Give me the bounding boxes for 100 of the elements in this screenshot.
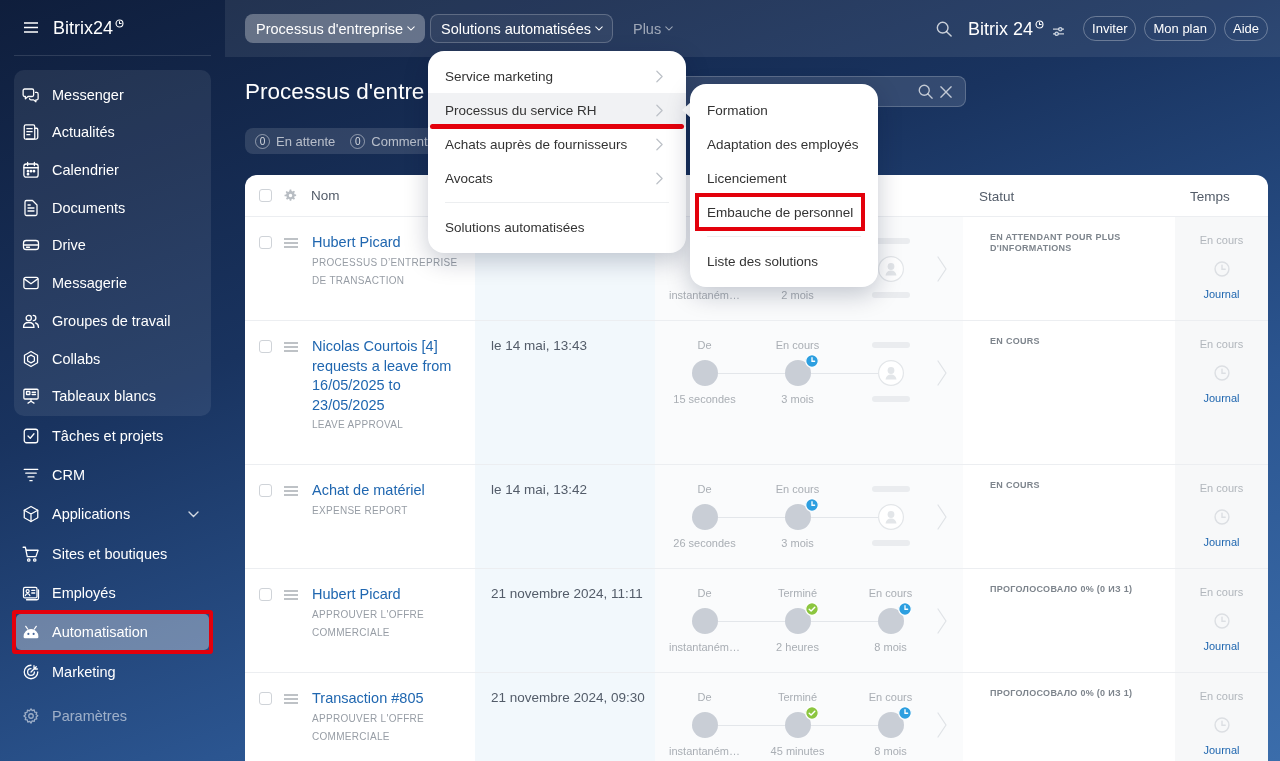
counter-filter[interactable]: 0 Comment	[350, 133, 428, 149]
time-status: En cours	[1199, 233, 1244, 247]
step-label: En cours	[868, 690, 913, 704]
avatar	[784, 608, 811, 634]
column-header[interactable]: Temps	[1190, 188, 1230, 204]
time-status: En cours	[1199, 585, 1244, 599]
status-text: EN COURS	[990, 336, 1041, 347]
row-title-link[interactable]: Achat de matériel	[312, 481, 425, 501]
brand-logo: Bitrix24	[53, 16, 114, 39]
page-title: Processus d'entre	[245, 78, 425, 105]
whiteboard-icon	[22, 387, 40, 406]
sidebar-item[interactable]: Sites et boutiques	[16, 535, 209, 572]
step-time: 45 minutes	[770, 744, 825, 758]
menu-item[interactable]: Liste des solutions	[690, 244, 878, 278]
sidebar-item[interactable]: Marketing	[16, 653, 209, 690]
sidebar-item[interactable]: Messagerie	[16, 265, 209, 302]
menu-item[interactable]: Solutions automatisées	[428, 210, 686, 244]
row-checkbox[interactable]	[259, 236, 272, 249]
step-time: 15 secondes	[673, 392, 736, 406]
menu-item[interactable]: Service marketing	[428, 59, 686, 93]
clock-icon	[1213, 261, 1230, 277]
menu-item[interactable]: Licenciement	[690, 161, 878, 195]
row-checkbox[interactable]	[259, 692, 272, 705]
menu-item[interactable]: Adaptation des employés	[690, 127, 878, 161]
sidebar-item[interactable]: Employés	[16, 575, 209, 612]
sidebar-item[interactable]: Tâches et projets	[16, 417, 209, 454]
row-subtitle: EXPENSE REPORT	[312, 503, 409, 518]
row-menu-icon[interactable]	[284, 342, 298, 352]
row-checkbox[interactable]	[259, 340, 272, 353]
menu-item[interactable]: Embauche de personnel	[690, 195, 878, 229]
column-header[interactable]: Statut	[979, 188, 1015, 204]
row-menu-icon[interactable]	[284, 486, 298, 496]
nav-tab[interactable]: Processus d'entreprise	[245, 14, 426, 43]
log-link[interactable]: Journal	[1203, 639, 1240, 653]
sidebar-item[interactable]: Documents	[16, 189, 209, 226]
chevron-right-icon	[656, 171, 663, 185]
row-subtitle: APPROUVER L'OFFRE COMMERCIALE	[312, 711, 426, 744]
cube-icon	[22, 505, 40, 524]
avatar	[877, 608, 904, 634]
sidebar-item[interactable]: Collabs	[16, 340, 209, 377]
date-cell: 21 novembre 2024, 09:30	[475, 673, 655, 761]
column-header[interactable]: Nom	[311, 188, 340, 203]
nav-tab[interactable]: Plus	[621, 14, 684, 43]
row-checkbox[interactable]	[259, 484, 272, 497]
status-text: ПРОГОЛОСОВАЛО 0% (0 ИЗ 1)	[990, 688, 1134, 699]
chevron-right-icon[interactable]	[937, 504, 947, 530]
clock-icon	[1213, 365, 1230, 381]
sidebar-item[interactable]: Tableaux blancs	[16, 378, 209, 415]
chevron-right-icon[interactable]	[937, 360, 947, 386]
row-title-link[interactable]: Transaction #805	[312, 689, 424, 709]
counter-filter[interactable]: 0 En attente	[255, 133, 336, 149]
sidebar-item[interactable]: Calendrier	[16, 152, 209, 189]
caret-icon	[665, 26, 674, 31]
menu-item[interactable]: Formation	[690, 93, 878, 127]
user-placeholder-icon	[877, 360, 904, 386]
sliders-icon[interactable]	[1052, 26, 1066, 37]
menu-item[interactable]: Processus du service RH	[428, 93, 686, 127]
row-checkbox[interactable]	[259, 588, 272, 601]
settings-icon[interactable]	[284, 189, 297, 202]
nav-tab[interactable]: Solutions automatisées	[430, 14, 613, 43]
log-link[interactable]: Journal	[1203, 743, 1240, 757]
menu-item[interactable]: Achats auprès de fournisseurs	[428, 127, 686, 161]
menu-item[interactable]: Avocats	[428, 161, 686, 195]
sidebar-item[interactable]: Applications	[16, 496, 209, 533]
row-menu-icon[interactable]	[284, 590, 298, 600]
clock-icon	[1213, 613, 1230, 629]
chevron-right-icon[interactable]	[937, 608, 947, 634]
log-link[interactable]: Journal	[1203, 391, 1240, 405]
status-text: EN COURS	[990, 480, 1041, 491]
search-icon[interactable]	[918, 84, 933, 99]
chevron-down-icon[interactable]	[188, 510, 199, 518]
clock-icon	[1035, 19, 1045, 29]
sidebar-item[interactable]: Drive	[16, 227, 209, 264]
log-link[interactable]: Journal	[1203, 535, 1240, 549]
step-label: En cours	[775, 482, 820, 496]
row-title-link[interactable]: Hubert Picard	[312, 233, 401, 253]
row-menu-icon[interactable]	[284, 238, 298, 248]
sidebar-item[interactable]: Messenger	[16, 76, 209, 113]
step-label: De	[697, 586, 712, 600]
row-title-link[interactable]: Nicolas Courtois [4] requests a leave from 16/05/2025 to 23/05/2025	[312, 337, 463, 415]
time-status: En cours	[1199, 689, 1244, 703]
chevron-right-icon[interactable]	[937, 712, 947, 738]
sidebar-item[interactable]: Paramètres	[16, 697, 209, 734]
sidebar-item[interactable]: CRM	[16, 456, 209, 493]
log-link[interactable]: Journal	[1203, 287, 1240, 301]
close-icon[interactable]	[940, 85, 952, 98]
placeholder-bar	[871, 292, 910, 298]
avatar	[784, 712, 811, 738]
search-icon[interactable]	[936, 20, 953, 37]
sidebar-item[interactable]: Groupes de travail	[16, 302, 209, 339]
sidebar-item[interactable]: Actualités	[16, 114, 209, 151]
avatar	[877, 712, 904, 738]
row-title-link[interactable]: Hubert Picard	[312, 585, 401, 605]
row-menu-icon[interactable]	[284, 694, 298, 704]
step-label: Terminé	[777, 690, 818, 704]
menu-icon[interactable]	[24, 22, 38, 33]
chevron-right-icon[interactable]	[937, 256, 947, 282]
status-text: EN ATTENDANT POUR PLUS D'INFORMATIONS	[990, 232, 1122, 254]
header-checkbox[interactable]	[259, 189, 272, 202]
avatar	[691, 360, 718, 386]
